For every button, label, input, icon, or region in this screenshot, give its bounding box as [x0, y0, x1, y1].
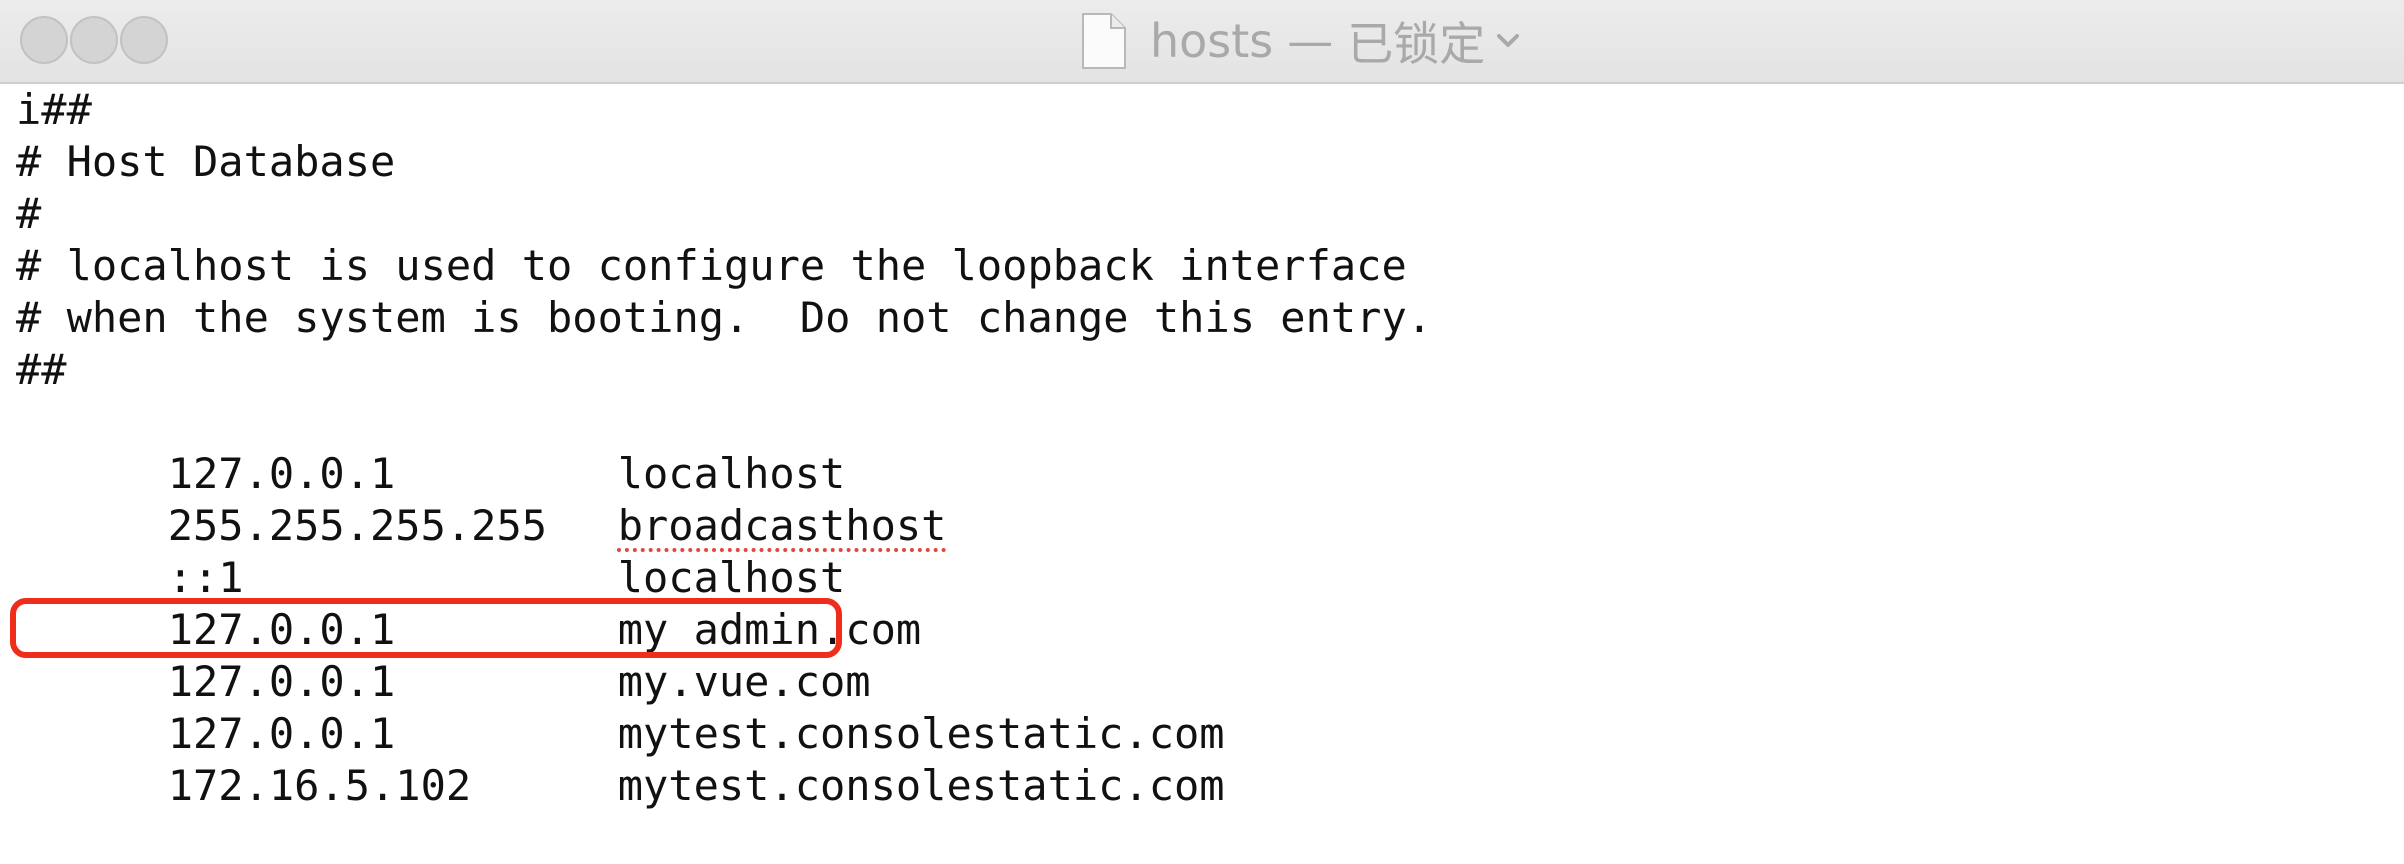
title-separator: —	[1287, 14, 1334, 68]
zoom-icon[interactable]	[120, 16, 168, 64]
comment-line: ##	[16, 345, 67, 394]
ip-address: 127.0.0.1	[167, 657, 396, 706]
chevron-down-icon[interactable]	[1495, 28, 1521, 54]
title-filename: hosts	[1150, 14, 1274, 68]
hostname: localhost	[617, 449, 846, 498]
comment-line: #	[16, 189, 42, 238]
ip-address: ::1	[167, 553, 244, 602]
hostname: mytest.consolestatic.com	[617, 761, 1225, 810]
hostname: localhost	[617, 553, 846, 602]
document-icon	[1082, 13, 1126, 69]
hostname: my.vue.com	[617, 657, 871, 706]
hostname-misspelled: broadcasthost	[617, 501, 947, 550]
hostname: mytest.consolestatic.com	[617, 709, 1225, 758]
minimize-icon[interactable]	[70, 16, 118, 64]
host-entry-line: 127.0.0.1 localhost	[16, 396, 2396, 498]
comment-line: # Host Database	[16, 137, 396, 186]
text-editor-content[interactable]: i## # Host Database # # localhost is use…	[16, 84, 2396, 810]
ip-address: 127.0.0.1	[167, 605, 396, 654]
ip-address: 127.0.0.1	[167, 449, 396, 498]
ip-address: 172.16.5.102	[167, 761, 472, 810]
close-icon[interactable]	[20, 16, 68, 64]
comment-line: # localhost is used to configure the loo…	[16, 241, 1407, 290]
title-bar[interactable]: hosts — 已锁定	[0, 0, 2404, 84]
title-lock-status: 已锁定	[1347, 17, 1486, 71]
ip-address: 255.255.255.255	[167, 501, 548, 550]
hostname: my admin.com	[617, 605, 922, 654]
window-title[interactable]: hosts — 已锁定	[1080, 10, 1521, 72]
comment-line: # when the system is booting. Do not cha…	[16, 293, 1433, 342]
comment-line: i##	[16, 85, 92, 134]
text-editor-window: hosts — 已锁定 i## # Host Database # # loca…	[0, 0, 2404, 852]
ip-address: 127.0.0.1	[167, 709, 396, 758]
